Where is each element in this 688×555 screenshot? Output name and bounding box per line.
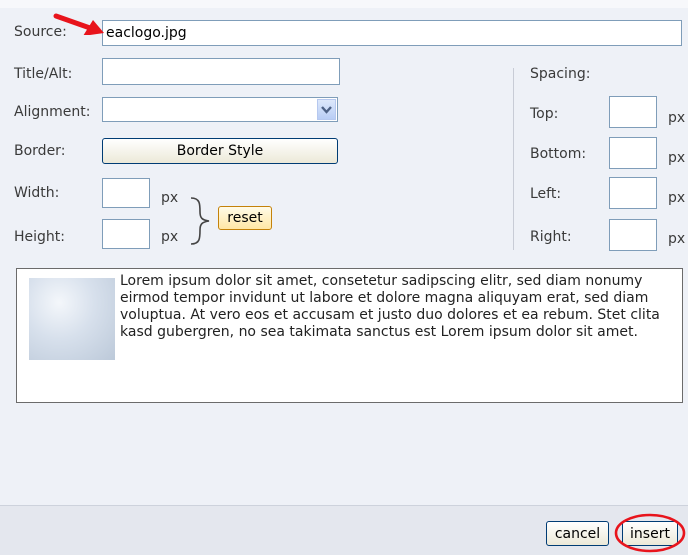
title-alt-input[interactable] (102, 58, 340, 85)
spacing-top-unit: px (668, 110, 685, 126)
title-alt-label: Title/Alt: (14, 66, 72, 82)
vertical-divider (513, 68, 514, 250)
annotation-arrow-icon (52, 11, 107, 35)
width-unit: px (161, 190, 178, 206)
height-label: Height: (14, 229, 65, 245)
height-unit: px (161, 229, 178, 245)
top-strip (0, 0, 688, 8)
border-style-button[interactable]: Border Style (102, 138, 338, 164)
annotation-circle-icon (613, 511, 687, 553)
spacing-title: Spacing: (530, 66, 590, 82)
reset-button[interactable]: reset (218, 206, 272, 230)
alignment-select[interactable] (102, 97, 338, 122)
preview-text: Lorem ipsum dolor sit amet, consetetur s… (17, 269, 682, 341)
cancel-button[interactable]: cancel (546, 521, 609, 546)
width-input[interactable] (102, 178, 150, 208)
height-input[interactable] (102, 219, 150, 249)
spacing-bottom-unit: px (668, 150, 685, 166)
spacing-right-unit: px (668, 231, 685, 247)
spacing-left-unit: px (668, 190, 685, 206)
image-preview: Lorem ipsum dolor sit amet, consetetur s… (16, 268, 683, 403)
preview-image (29, 278, 115, 360)
spacing-bottom-label: Bottom: (530, 146, 586, 162)
brace-icon (187, 196, 213, 246)
spacing-top-label: Top: (530, 106, 558, 122)
width-label: Width: (14, 185, 59, 201)
border-label: Border: (14, 143, 65, 159)
spacing-right-input[interactable] (609, 219, 657, 251)
spacing-bottom-input[interactable] (609, 137, 657, 169)
spacing-left-label: Left: (530, 186, 561, 202)
source-input[interactable] (102, 20, 682, 46)
spacing-left-input[interactable] (609, 177, 657, 209)
alignment-label: Alignment: (14, 104, 90, 120)
spacing-right-label: Right: (530, 229, 572, 245)
spacing-top-input[interactable] (609, 96, 657, 128)
chevron-down-icon[interactable] (317, 99, 336, 120)
